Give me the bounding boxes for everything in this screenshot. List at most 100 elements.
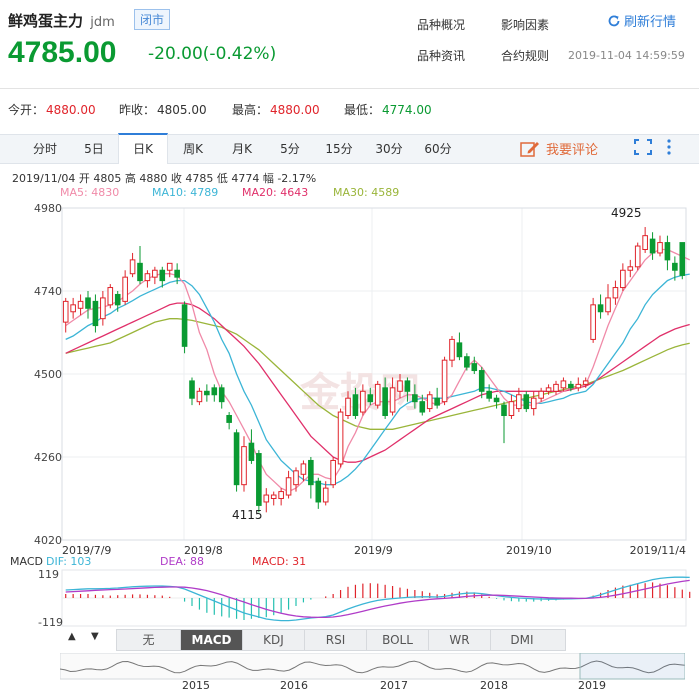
tab-weekly-k[interactable]: 周K	[168, 135, 218, 164]
candle-body	[441, 359, 448, 403]
tab-15min[interactable]: 15分	[314, 135, 364, 164]
candle-body	[664, 242, 671, 261]
scroll-up-arrow-icon[interactable]: ▲	[68, 631, 76, 642]
y-tick-label: 4020	[34, 534, 62, 547]
candle-body	[530, 397, 537, 410]
candle-body	[501, 404, 507, 416]
tab-monthly-k[interactable]: 月K	[218, 135, 266, 164]
y-tick-label: 4980	[34, 202, 62, 215]
quote-open: 今开： 4880.00	[8, 103, 96, 117]
link-factors[interactable]: 影响因素	[501, 16, 549, 33]
candle-body	[233, 432, 240, 486]
instrument-title: 鲜鸡蛋主力 jdm	[8, 10, 115, 31]
candle-body	[360, 390, 366, 413]
candle-body	[337, 411, 344, 465]
candle-body	[278, 491, 284, 500]
watermark-logo: 金投网	[299, 370, 420, 416]
comment-label: 我要评论	[546, 143, 599, 158]
candle-body	[241, 446, 247, 486]
indicator-macd-button[interactable]: MACD	[181, 630, 243, 650]
candle-body	[315, 480, 322, 503]
more-icon[interactable]	[665, 139, 673, 155]
macd-chart[interactable]: 119 -119	[0, 568, 699, 628]
candle-body	[575, 383, 582, 389]
candle-body	[627, 266, 634, 271]
indicator-kdj-button[interactable]: KDJ	[243, 630, 305, 650]
candle-body	[620, 269, 626, 289]
candle-body	[553, 383, 559, 392]
link-overview[interactable]: 品种概况	[417, 16, 465, 33]
candle-body	[92, 300, 99, 327]
kline-chart[interactable]: 49804740450042604020金投网492541152019/7/9 2…	[0, 196, 699, 556]
refresh-label: 刷新行情	[624, 15, 677, 30]
candle-body	[642, 235, 648, 251]
candle-body	[159, 269, 166, 282]
indicator-none-button[interactable]: 无	[117, 630, 181, 650]
quote-high: 最高： 4880.00	[232, 103, 320, 117]
last-price: 4785.00	[8, 36, 117, 69]
scroll-down-arrow-icon[interactable]: ▼	[91, 631, 99, 642]
candle-body	[597, 304, 604, 313]
candle-body	[226, 415, 232, 423]
x-tick-label: 2019/10	[506, 544, 552, 556]
tab-daily-k[interactable]: 日K	[118, 133, 168, 164]
candle-body	[367, 394, 374, 403]
macd-tick-label: -119	[38, 616, 63, 628]
candle-body	[634, 245, 641, 268]
x-tick-label: 2019/11/4	[630, 544, 686, 556]
candle-body	[389, 387, 396, 413]
macd-tick-label: 119	[38, 568, 59, 581]
candle-body	[256, 453, 262, 506]
navigator-tick-label: 2018	[480, 679, 508, 691]
candle-body	[263, 494, 270, 503]
candle-body	[107, 287, 114, 306]
candle-body	[62, 300, 69, 323]
candle-body	[672, 262, 678, 271]
instrument-name: 鲜鸡蛋主力	[8, 12, 84, 30]
candle-body	[285, 477, 292, 496]
candle-body	[426, 394, 433, 410]
candle-body	[129, 259, 136, 275]
tab-5min[interactable]: 5分	[266, 135, 314, 164]
quote-prev-close: 昨收： 4805.00	[119, 103, 207, 117]
candle-body	[612, 287, 619, 299]
candle-body	[352, 394, 359, 416]
candle-body	[486, 390, 492, 399]
candle-body	[85, 297, 91, 309]
y-tick-label: 4740	[34, 285, 62, 298]
candle-body	[523, 394, 530, 410]
candle-body	[590, 304, 596, 340]
candle-body	[382, 387, 388, 416]
candle-body	[456, 342, 463, 358]
candle-body	[122, 276, 128, 302]
time-navigator[interactable]: 2015 2016 2017 2018 2019	[60, 653, 685, 691]
candle-body	[204, 390, 210, 396]
candle-body	[189, 380, 195, 399]
fullscreen-icon[interactable]	[634, 139, 652, 155]
link-news[interactable]: 品种资讯	[417, 47, 465, 64]
candle-body	[508, 401, 515, 417]
quote-low: 最低： 4774.00	[344, 103, 432, 117]
candle-body	[412, 394, 418, 403]
indicator-button-bar: 无 MACD KDJ RSI BOLL WR DMI	[116, 629, 566, 651]
indicator-wr-button[interactable]: WR	[429, 630, 491, 650]
comment-button[interactable]: 我要评论	[520, 139, 598, 158]
indicator-rsi-button[interactable]: RSI	[305, 630, 367, 650]
tab-30min[interactable]: 30分	[364, 135, 414, 164]
high-annotation: 4925	[611, 206, 642, 220]
tab-5day[interactable]: 5日	[70, 135, 118, 164]
candle-body	[538, 390, 544, 399]
navigator-tick-label: 2015	[182, 679, 210, 691]
tab-60min[interactable]: 60分	[414, 135, 462, 164]
candle-body	[137, 262, 143, 282]
refresh-icon	[608, 15, 620, 27]
divider	[0, 88, 699, 89]
refresh-button[interactable]: 刷新行情	[607, 11, 676, 30]
candle-body	[516, 394, 522, 410]
link-contract-rules[interactable]: 合约规则	[501, 47, 549, 64]
candle-body	[70, 304, 76, 313]
indicator-dmi-button[interactable]: DMI	[491, 630, 553, 650]
candle-body	[218, 387, 225, 403]
tab-intraday[interactable]: 分时	[20, 135, 70, 164]
indicator-boll-button[interactable]: BOLL	[367, 630, 429, 650]
